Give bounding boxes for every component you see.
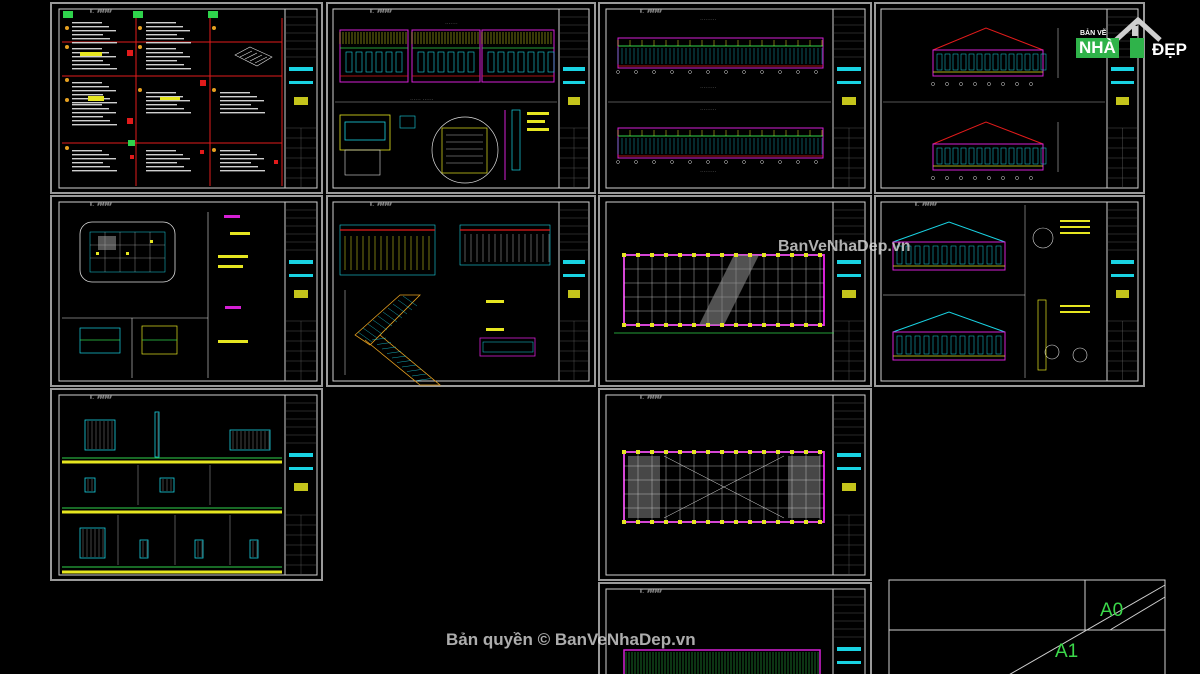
svg-text:K. ######: K. ###### bbox=[90, 202, 112, 207]
copyright-watermark: Bản quyền © BanVeNhaDep.vn bbox=[446, 630, 696, 649]
svg-text:---------: --------- bbox=[700, 85, 716, 89]
center-watermark: BanVeNhaDep.vn bbox=[778, 238, 911, 255]
logo-brand-right: ĐẸP bbox=[1152, 40, 1187, 59]
logo-small-text: BẢN VẼ bbox=[1080, 30, 1107, 37]
svg-text:---------: --------- bbox=[700, 107, 716, 111]
svg-text:---------: --------- bbox=[700, 169, 716, 173]
svg-text:-------: ------- bbox=[445, 21, 458, 25]
svg-text:K. ######: K. ###### bbox=[640, 395, 662, 400]
svg-text:K. ######: K. ###### bbox=[370, 202, 392, 207]
paper-size-a0-label: A0 bbox=[1100, 600, 1124, 621]
svg-text:K. ######: K. ###### bbox=[90, 395, 112, 400]
svg-text:K. ######: K. ###### bbox=[915, 202, 937, 207]
svg-text:------ ------: ------ ------ bbox=[410, 97, 434, 101]
svg-text:K. ######: K. ###### bbox=[90, 9, 112, 14]
svg-text:K. ######: K. ###### bbox=[640, 589, 662, 594]
cad-model-space[interactable]: K. ###### K. ###### K. ###### K. ###### K. … bbox=[0, 0, 1200, 674]
svg-text:---------: --------- bbox=[700, 17, 716, 21]
svg-text:K. ######: K. ###### bbox=[370, 9, 392, 14]
svg-text:K. ######: K. ###### bbox=[640, 9, 662, 14]
brand-logo: BẢN VẼ NHÀ ĐẸP bbox=[1072, 10, 1196, 66]
paper-size-a1-label: A1 bbox=[1055, 641, 1079, 662]
logo-brand-left: NHÀ bbox=[1076, 38, 1119, 58]
